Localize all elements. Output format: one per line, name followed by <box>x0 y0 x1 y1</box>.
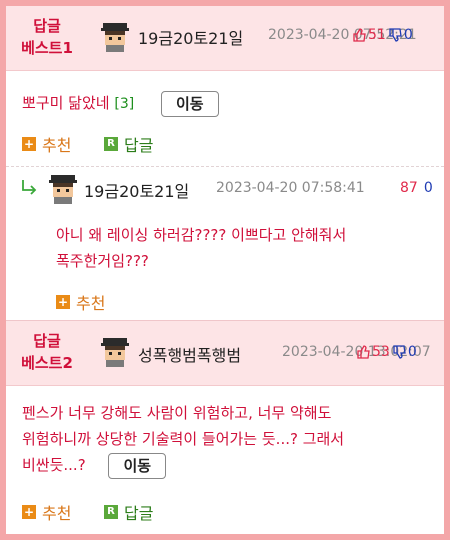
vote-counts: 51 0 <box>352 27 413 43</box>
reply-count: [3] <box>114 96 135 112</box>
best-comment-header: 답글 베스트1 19금20토21일 2023-04-20 07:52:21 51… <box>6 6 444 71</box>
upvote-count: 87 <box>400 180 418 196</box>
reply-button[interactable]: R 답글 <box>104 132 153 156</box>
divider <box>6 166 444 167</box>
thumbs-up-icon[interactable] <box>352 28 366 42</box>
recommend-button[interactable]: + 추천 <box>22 132 71 156</box>
comment-body: 아니 왜 레이싱 하러감???? 이쁘다고 안해줘서 폭주한거임??? <box>56 226 347 270</box>
reply-button[interactable]: R 답글 <box>104 500 153 524</box>
nickname[interactable]: 19금20토21일 <box>138 25 243 49</box>
upvote-count: 51 <box>368 27 386 43</box>
reply-r-icon: R <box>104 137 118 151</box>
thumbs-up-icon[interactable] <box>356 345 370 359</box>
avatar[interactable] <box>48 174 78 204</box>
avatar[interactable] <box>100 22 130 52</box>
comment-body: 뽀구미 닮았네 [3] 이동 <box>22 90 219 117</box>
downvote-count: 0 <box>403 27 413 43</box>
recommend-button[interactable]: + 추천 <box>56 290 105 314</box>
plus-icon: + <box>56 295 70 309</box>
best-comment-header: 답글 베스트2 성폭행범폭행범 2023-04-20 13:02:07 53 0 <box>6 321 444 386</box>
recommend-button[interactable]: + 추천 <box>22 500 71 524</box>
thumbs-down-icon[interactable] <box>388 28 402 42</box>
vote-counts: 87 0 <box>400 180 433 196</box>
upvote-count: 53 <box>372 344 390 360</box>
vote-counts: 53 0 <box>356 344 417 360</box>
comment-date: 2023-04-20 07:58:41 <box>216 180 365 196</box>
reply-r-icon: R <box>104 505 118 519</box>
best-badge: 답글 베스트2 <box>21 332 73 372</box>
best-badge: 답글 베스트1 <box>21 17 73 57</box>
move-button[interactable]: 이동 <box>160 90 219 117</box>
move-button[interactable]: 이동 <box>108 452 167 479</box>
reply-arrow-icon <box>22 180 37 195</box>
thumbs-down-icon[interactable] <box>392 345 406 359</box>
comment-body: 펜스가 너무 강해도 사람이 위험하고, 너무 약해도 위험하니까 상당한 기술… <box>22 400 442 479</box>
nickname[interactable]: 성폭행범폭행범 <box>138 342 241 366</box>
plus-icon: + <box>22 137 36 151</box>
downvote-count: 0 <box>423 180 433 196</box>
nickname[interactable]: 19금20토21일 <box>84 178 189 202</box>
downvote-count: 0 <box>407 344 417 360</box>
plus-icon: + <box>22 505 36 519</box>
comment-list: 답글 베스트1 19금20토21일 2023-04-20 07:52:21 51… <box>6 6 444 534</box>
avatar[interactable] <box>100 337 130 367</box>
